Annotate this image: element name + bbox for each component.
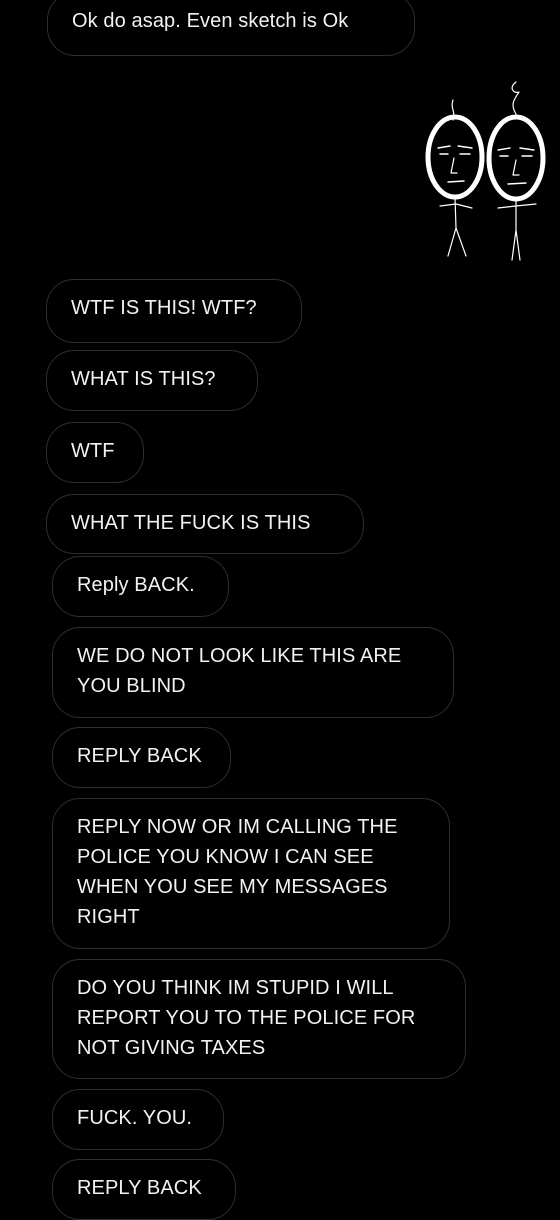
- message-text: WHAT IS THIS?: [71, 368, 216, 390]
- message-bubble[interactable]: REPLY BACK: [52, 1159, 236, 1220]
- message-text: WHAT THE FUCK IS THIS: [71, 512, 311, 534]
- message-bubble[interactable]: WTF: [46, 422, 144, 483]
- message-bubble[interactable]: REPLY NOW OR IM CALLING THE POLICE YOU K…: [52, 798, 450, 949]
- message-text: FUCK. YOU.: [77, 1107, 193, 1129]
- message-text: REPLY NOW OR IM CALLING THE POLICE YOU K…: [77, 816, 398, 928]
- message-text: REPLY BACK: [77, 1177, 202, 1199]
- message-bubble[interactable]: REPLY BACK: [52, 727, 231, 788]
- message-text: DO YOU THINK IM STUPID I WILL REPORT YOU…: [77, 977, 416, 1059]
- message-bubble[interactable]: Ok do asap. Even sketch is Ok: [47, 0, 415, 56]
- message-bubble[interactable]: Reply BACK.: [52, 556, 229, 617]
- message-bubble[interactable]: WE DO NOT LOOK LIKE THIS ARE YOU BLIND: [52, 627, 454, 718]
- message-text: REPLY BACK: [77, 745, 202, 767]
- message-bubble[interactable]: FUCK. YOU.: [52, 1089, 224, 1150]
- message-bubble[interactable]: WHAT IS THIS?: [46, 350, 258, 411]
- two-faces-doodle-sticker[interactable]: [420, 78, 560, 264]
- message-text: WE DO NOT LOOK LIKE THIS ARE YOU BLIND: [77, 645, 402, 697]
- message-text: WTF IS THIS! WTF?: [71, 297, 257, 319]
- message-text: WTF: [71, 440, 115, 462]
- message-bubble[interactable]: WHAT THE FUCK IS THIS: [46, 494, 364, 554]
- message-bubble[interactable]: WTF IS THIS! WTF?: [46, 279, 302, 343]
- message-text: Ok do asap. Even sketch is Ok: [72, 10, 349, 32]
- message-bubble[interactable]: DO YOU THINK IM STUPID I WILL REPORT YOU…: [52, 959, 466, 1079]
- message-text: Reply BACK.: [77, 574, 195, 596]
